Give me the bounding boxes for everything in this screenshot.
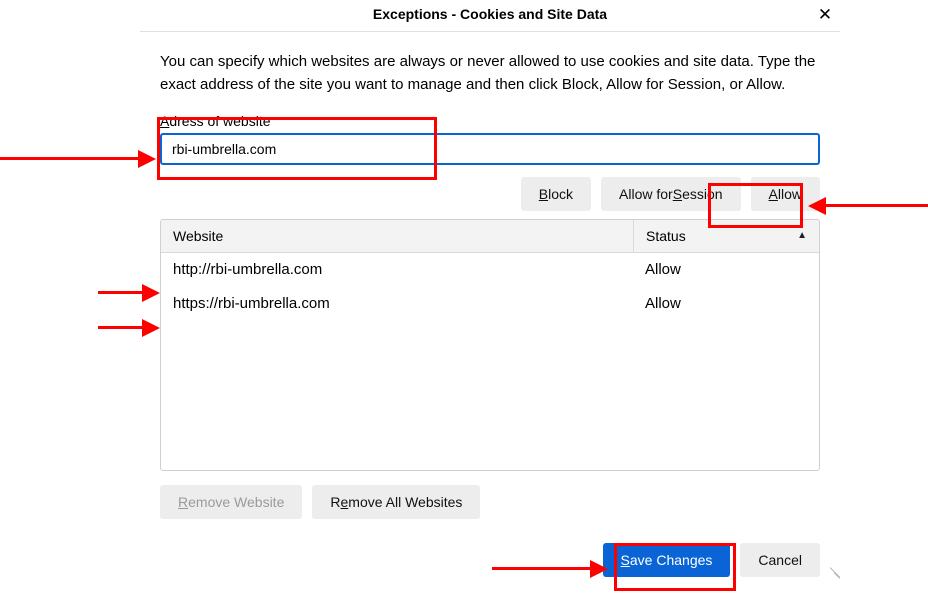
- close-icon[interactable]: ✕: [814, 4, 836, 26]
- allow-button[interactable]: Allow: [751, 177, 820, 211]
- allow-session-button[interactable]: Allow for Session: [601, 177, 741, 211]
- dialog-title: Exceptions - Cookies and Site Data: [373, 6, 607, 22]
- cell-status: Allow: [633, 261, 819, 278]
- remove-all-button[interactable]: Remove All Websites: [312, 485, 480, 519]
- description-text: You can specify which websites are alway…: [160, 50, 820, 97]
- sort-asc-icon: ▲: [797, 230, 807, 241]
- table-row[interactable]: https://rbi-umbrella.com Allow: [161, 287, 819, 321]
- save-changes-button[interactable]: Save Changes: [603, 543, 731, 577]
- address-label: Adress of website: [160, 113, 820, 129]
- cell-status: Allow: [633, 295, 819, 312]
- cell-website: http://rbi-umbrella.com: [161, 261, 633, 278]
- remove-website-button: Remove Website: [160, 485, 302, 519]
- resize-grip-icon[interactable]: [826, 563, 840, 577]
- cancel-button[interactable]: Cancel: [740, 543, 820, 577]
- table-row[interactable]: http://rbi-umbrella.com Allow: [161, 253, 819, 287]
- column-status[interactable]: Status ▲: [634, 220, 819, 252]
- address-input[interactable]: [160, 133, 820, 165]
- block-button[interactable]: Block: [521, 177, 591, 211]
- exceptions-list[interactable]: Website Status ▲ http://rbi-umbrella.com…: [160, 219, 820, 471]
- cell-website: https://rbi-umbrella.com: [161, 295, 633, 312]
- column-website[interactable]: Website: [161, 220, 634, 252]
